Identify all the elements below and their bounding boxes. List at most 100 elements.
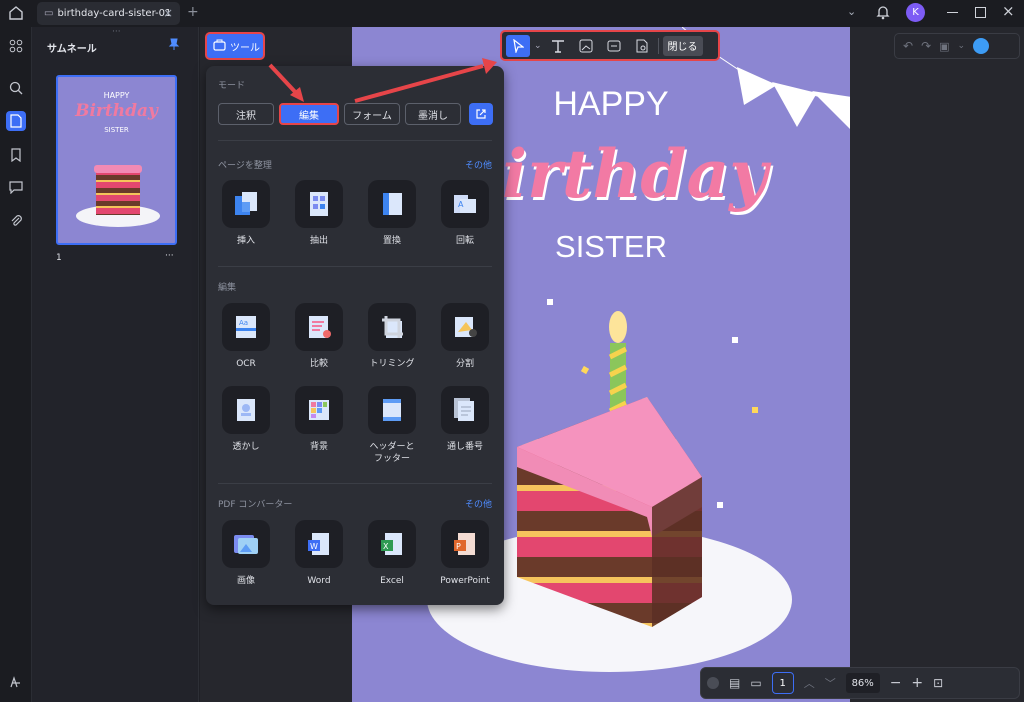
bell-icon[interactable] — [876, 4, 890, 20]
fit-page-icon[interactable]: ⊡ — [933, 676, 943, 690]
image-icon[interactable] — [574, 35, 598, 57]
previous-page-icon[interactable]: ︿ — [804, 675, 815, 691]
page-thumbnail[interactable]: HAPPY Birthday SISTER — [56, 75, 177, 245]
background-label: 背景 — [309, 442, 328, 452]
rotate-tool[interactable]: A 回転 — [435, 180, 495, 247]
zoom-out-icon[interactable]: − — [890, 675, 902, 691]
ocr-icon: Aa — [222, 303, 270, 351]
document-tab[interactable]: ▭ birthday-card-sister-01 × — [37, 2, 180, 25]
bates-label: 通し番号 — [446, 442, 483, 452]
attachment-icon[interactable] — [6, 211, 26, 231]
split-icon — [441, 303, 489, 351]
close-edit-button[interactable]: 閉じる — [662, 35, 703, 56]
crop-icon — [368, 303, 416, 351]
compare-label: 比較 — [309, 359, 328, 369]
thumbnail-icon[interactable] — [6, 111, 26, 131]
to-excel-tool[interactable]: X Excel — [362, 520, 422, 587]
to-powerpoint-tool[interactable]: P PowerPoint — [435, 520, 495, 587]
bookmark-icon[interactable] — [6, 145, 26, 165]
ocr-label: OCR — [236, 359, 256, 369]
zoom-level[interactable]: 86% — [845, 673, 880, 693]
thumb-birthday: Birthday — [75, 101, 158, 121]
toolbar-divider — [657, 37, 659, 54]
minimize-icon[interactable] — [947, 12, 958, 13]
title-bar: ▭ birthday-card-sister-01 × + ⌄ K × — [0, 0, 1024, 27]
compare-tool[interactable]: 比較 — [289, 303, 349, 370]
insert-tool[interactable]: 挿入 — [216, 180, 276, 247]
watermark-tool[interactable]: 透かし — [216, 386, 276, 453]
chevron-down-icon[interactable]: ⌄ — [847, 5, 856, 18]
rotate-icon: A — [441, 180, 489, 228]
ai-assistant-icon[interactable] — [973, 38, 990, 54]
card-sister: SISTER — [555, 229, 667, 264]
organize-more-link[interactable]: その他 — [465, 158, 492, 171]
search-icon[interactable] — [6, 78, 26, 98]
new-tab-icon[interactable]: + — [187, 4, 199, 20]
text-icon[interactable] — [546, 35, 570, 57]
edit-section-label: 編集 — [218, 283, 237, 293]
collapse-icon[interactable] — [707, 677, 719, 689]
insert-label: 挿入 — [236, 236, 255, 246]
comment-icon[interactable] — [6, 177, 26, 197]
trim-tool[interactable]: トリミング — [362, 303, 422, 370]
divider — [218, 483, 492, 484]
presentation-icon[interactable]: ▭ — [750, 676, 761, 690]
converter-more-link[interactable]: その他 — [465, 497, 492, 510]
confetti — [717, 502, 723, 508]
image-convert-icon — [222, 520, 270, 568]
svg-text:A: A — [458, 200, 464, 209]
bates-tool[interactable]: 通し番号 — [435, 386, 495, 453]
sign-icon[interactable] — [6, 672, 26, 692]
svg-text:X: X — [383, 542, 389, 551]
converter-section-label: PDF コンバーター — [218, 500, 293, 510]
link-icon[interactable] — [602, 35, 626, 57]
maximize-icon[interactable] — [975, 7, 986, 18]
background-tool[interactable]: 背景 — [289, 386, 349, 453]
annotation-arrows — [268, 58, 497, 103]
header-footer-tool[interactable]: ヘッダーと フッター — [362, 386, 422, 465]
replace-label: 置換 — [382, 236, 401, 246]
to-image-tool[interactable]: 画像 — [216, 520, 276, 587]
history-toolbar: ↶ ↷ ▣ ⌄ — [894, 33, 1020, 59]
divider — [218, 140, 492, 141]
next-page-icon[interactable]: ﹀ — [825, 675, 836, 691]
organize-section-label: ページを整理 — [218, 161, 272, 171]
watermark-icon — [222, 386, 270, 434]
extract-tool[interactable]: 抽出 — [289, 180, 349, 247]
drag-handle[interactable]: ··· — [112, 27, 121, 37]
ocr-tool[interactable]: Aa OCR — [216, 303, 276, 370]
chevron-down-icon[interactable]: ⌄ — [534, 41, 542, 51]
close-tab-icon[interactable]: × — [163, 6, 173, 20]
to-word-tool[interactable]: W Word — [289, 520, 349, 587]
thumb-sister: SISTER — [104, 126, 129, 134]
to-excel-label: Excel — [380, 576, 404, 586]
tab-title: birthday-card-sister-01 — [57, 8, 172, 19]
save-icon[interactable]: ▣ — [939, 40, 949, 53]
thumbnail-page-number: 1 — [56, 253, 62, 263]
watermark-icon[interactable] — [630, 35, 654, 57]
svg-text:Aa: Aa — [239, 319, 248, 327]
home-icon[interactable] — [8, 5, 24, 21]
zoom-in-icon[interactable]: + — [911, 675, 923, 691]
avatar[interactable]: K — [906, 3, 925, 22]
confetti — [547, 299, 553, 305]
page-number-input[interactable]: 1 — [771, 672, 794, 694]
split-tool[interactable]: 分割 — [435, 303, 495, 370]
apps-icon[interactable] — [6, 36, 26, 56]
card-birthday: irthday — [502, 135, 768, 213]
bates-icon — [441, 386, 489, 434]
close-window-icon[interactable]: × — [1002, 2, 1015, 20]
trim-label: トリミング — [369, 359, 415, 369]
svg-text:P: P — [456, 542, 461, 551]
to-image-label: 画像 — [236, 576, 255, 586]
redo-icon[interactable]: ↷ — [921, 39, 931, 53]
thumb-happy: HAPPY — [103, 91, 130, 100]
replace-tool[interactable]: 置換 — [362, 180, 422, 247]
pin-icon[interactable] — [168, 38, 180, 54]
thumbnail-more-icon[interactable]: ··· — [165, 251, 174, 261]
reading-mode-icon[interactable]: ▤ — [729, 676, 740, 690]
undo-icon[interactable]: ↶ — [903, 39, 913, 53]
chevron-down-icon[interactable]: ⌄ — [958, 41, 966, 51]
background-icon — [295, 386, 343, 434]
to-powerpoint-label: PowerPoint — [440, 576, 490, 586]
